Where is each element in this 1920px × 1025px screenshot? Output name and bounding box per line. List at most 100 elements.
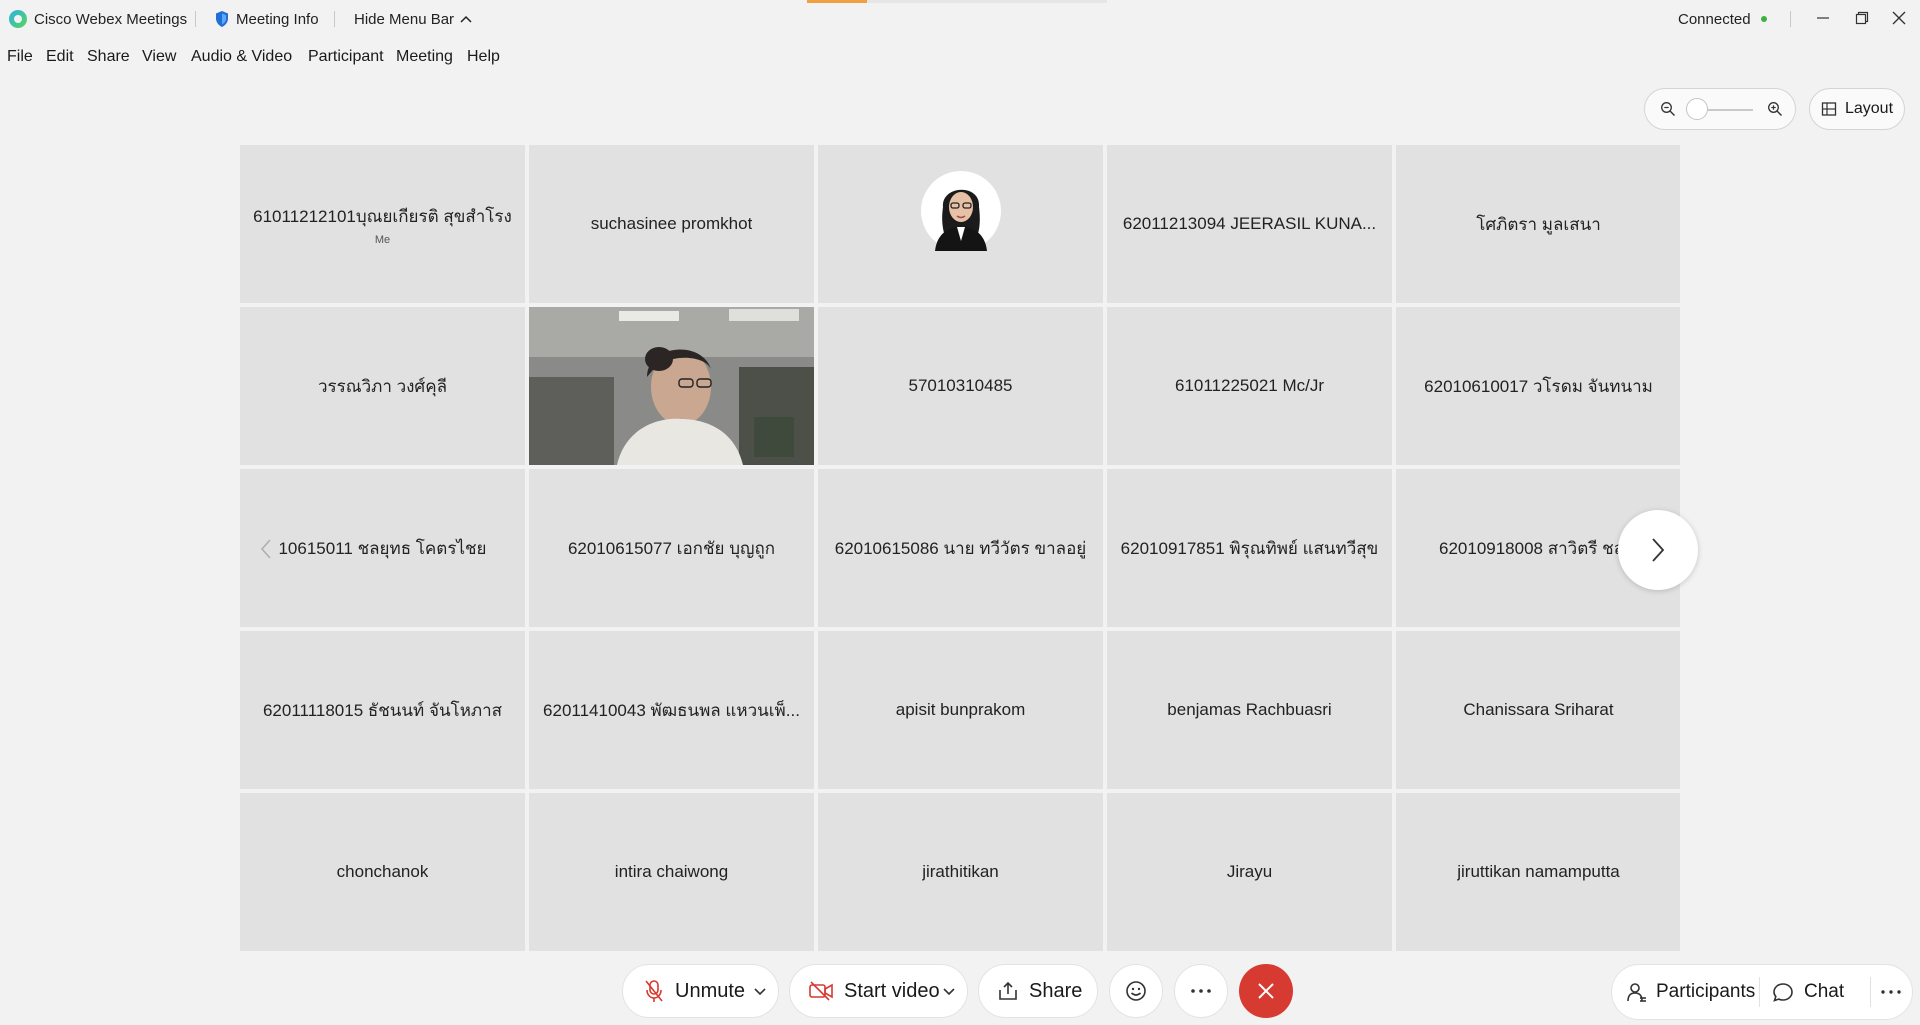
video-options-button[interactable]	[939, 982, 959, 1002]
chat-bubble-icon	[1773, 983, 1793, 1002]
menu-edit[interactable]: Edit	[46, 40, 74, 74]
participant-name: benjamas Rachbuasri	[1167, 700, 1332, 719]
chevron-down-icon	[754, 988, 766, 996]
title-separator	[1790, 11, 1791, 27]
menu-audio-video[interactable]: Audio & Video	[191, 40, 292, 74]
zoom-slider-thumb[interactable]	[1686, 98, 1708, 120]
participant-video-tile[interactable]	[529, 307, 814, 465]
panel-separator	[1870, 977, 1871, 1007]
participant-tile[interactable]: 62010615077 เอกชัย บุญถูก	[529, 469, 814, 627]
participant-tile[interactable]	[818, 145, 1103, 303]
connection-status: Connected	[1678, 0, 1767, 38]
panel-separator	[1759, 977, 1760, 1007]
unmute-button[interactable]: Unmute	[622, 964, 779, 1018]
more-options-button[interactable]	[1174, 964, 1228, 1018]
participant-tile[interactable]: 62011118015 ธัชนนท์ จันโหภาส	[240, 631, 525, 789]
chat-label: Chat	[1804, 981, 1845, 1002]
me-label: Me	[374, 233, 391, 246]
participant-name: 62010615086 นาย ทวีวัตร ขาลอยู่	[834, 538, 1087, 558]
meeting-info-button[interactable]: Meeting Info	[214, 0, 319, 38]
participant-tile[interactable]: โศภิตรา มูลเสนา	[1396, 145, 1680, 303]
participant-tile[interactable]: intira chaiwong	[529, 793, 814, 951]
share-button[interactable]: Share	[978, 964, 1098, 1018]
chevron-down-icon	[943, 988, 955, 996]
audio-options-button[interactable]	[750, 982, 770, 1002]
participant-tile[interactable]: suchasinee promkhot	[529, 145, 814, 303]
menu-bar: File Edit Share View Audio & Video Parti…	[0, 40, 1920, 74]
participant-tile[interactable]: วรรณวิภา วงศ์คุลี	[240, 307, 525, 465]
participant-name: 10615011 ชลยุทธ โคตรไชย	[278, 538, 487, 558]
video-zoom-control	[1644, 88, 1796, 130]
menu-share[interactable]: Share	[87, 40, 130, 74]
close-icon	[1258, 983, 1274, 999]
participant-name: jiruttikan namamputta	[1457, 862, 1620, 881]
participant-tile[interactable]: Jirayu	[1107, 793, 1392, 951]
chat-button[interactable]: Chat	[1772, 965, 1844, 1019]
close-icon	[1892, 11, 1906, 25]
menu-meeting[interactable]: Meeting	[396, 40, 453, 74]
zoom-in-button[interactable]	[1765, 99, 1785, 119]
zoom-out-button[interactable]	[1658, 99, 1678, 119]
participant-tile[interactable]: 61011225021 Mc/Jr	[1107, 307, 1392, 465]
participant-tile[interactable]: 62010610017 วโรดม จันทนาม	[1396, 307, 1680, 465]
webex-logo-icon	[9, 10, 27, 28]
participant-tile[interactable]: 62011213094 JEERASIL KUNA...	[1107, 145, 1392, 303]
chevron-up-icon	[460, 15, 472, 23]
participant-name: 62011118015 ธัชนนท์ จันโหภาส	[262, 700, 503, 720]
zoom-out-icon	[1661, 102, 1675, 116]
participant-tile[interactable]: 62011410043 พัฒธนพล แหวนเพ็...	[529, 631, 814, 789]
hide-menu-bar-button[interactable]: Hide Menu Bar	[354, 0, 473, 38]
participant-name: Chanissara Sriharat	[1463, 700, 1614, 719]
participant-tile[interactable]: apisit bunprakom	[818, 631, 1103, 789]
menu-help[interactable]: Help	[467, 40, 500, 74]
participants-button[interactable]: Participants	[1626, 965, 1755, 1019]
participant-name: 62010917851 พิรุณทิพย์ แสนทวีสุข	[1120, 538, 1379, 558]
loading-progress-fill	[807, 0, 867, 3]
participant-tile[interactable]: 62010917851 พิรุณทิพย์ แสนทวีสุข	[1107, 469, 1392, 627]
participant-name: intira chaiwong	[614, 862, 729, 881]
hide-menu-bar-label: Hide Menu Bar	[354, 10, 455, 28]
video-off-icon	[809, 981, 833, 1001]
minimize-button[interactable]	[1801, 0, 1845, 36]
participant-tile[interactable]: jiruttikan namamputta	[1396, 793, 1680, 951]
start-video-label: Start video	[844, 979, 940, 1002]
microphone-muted-icon	[645, 980, 663, 1002]
participant-tile[interactable]: Chanissara Sriharat	[1396, 631, 1680, 789]
meeting-info-label: Meeting Info	[236, 10, 319, 28]
menu-participant[interactable]: Participant	[308, 40, 384, 74]
menu-view[interactable]: View	[142, 40, 176, 74]
chevron-right-icon	[1652, 538, 1665, 562]
app-title-text: Cisco Webex Meetings	[34, 10, 188, 28]
title-separator	[334, 11, 335, 27]
participant-name: jirathitikan	[922, 862, 999, 881]
participant-tile[interactable]: benjamas Rachbuasri	[1107, 631, 1392, 789]
shield-icon	[216, 11, 228, 27]
participant-name: 61011212101บุณยเกียรติ สุขสำโรง	[253, 206, 512, 226]
connection-status-label: Connected	[1678, 10, 1751, 28]
participant-name: 62010615077 เอกชัย บุญถูก	[567, 538, 776, 558]
participant-tile[interactable]: 57010310485	[818, 307, 1103, 465]
participant-name: 62010610017 วโรดม จันทนาม	[1424, 376, 1653, 396]
panel-controls: Participants Chat	[1611, 964, 1913, 1020]
panel-more-button[interactable]	[1880, 965, 1902, 1019]
loading-progress	[807, 0, 1107, 3]
close-window-button[interactable]	[1877, 0, 1920, 36]
participant-tile[interactable]: 62010615086 นาย ทวีวัตร ขาลอยู่	[818, 469, 1103, 627]
start-video-button[interactable]: Start video	[789, 964, 968, 1018]
leave-meeting-button[interactable]	[1239, 964, 1293, 1018]
participant-name: suchasinee promkhot	[590, 214, 753, 233]
reactions-button[interactable]	[1109, 964, 1163, 1018]
participant-tile[interactable]: jirathitikan	[818, 793, 1103, 951]
participant-tile[interactable]: 61011212101บุณยเกียรติ สุขสำโรง Me	[240, 145, 525, 303]
share-icon	[999, 981, 1017, 1000]
participant-tile[interactable]: chonchanok	[240, 793, 525, 951]
emoji-smile-icon	[1126, 981, 1146, 1001]
participant-name: 61011225021 Mc/Jr	[1174, 376, 1324, 395]
next-page-button[interactable]	[1618, 510, 1698, 590]
participant-tile[interactable]: 10615011 ชลยุทธ โคตรไชย	[240, 469, 525, 627]
layout-button[interactable]: Layout	[1809, 88, 1905, 130]
participant-name: Jirayu	[1226, 862, 1273, 881]
menu-file[interactable]: File	[7, 40, 33, 74]
minimize-icon	[1817, 17, 1829, 19]
previous-page-button[interactable]	[250, 533, 282, 565]
